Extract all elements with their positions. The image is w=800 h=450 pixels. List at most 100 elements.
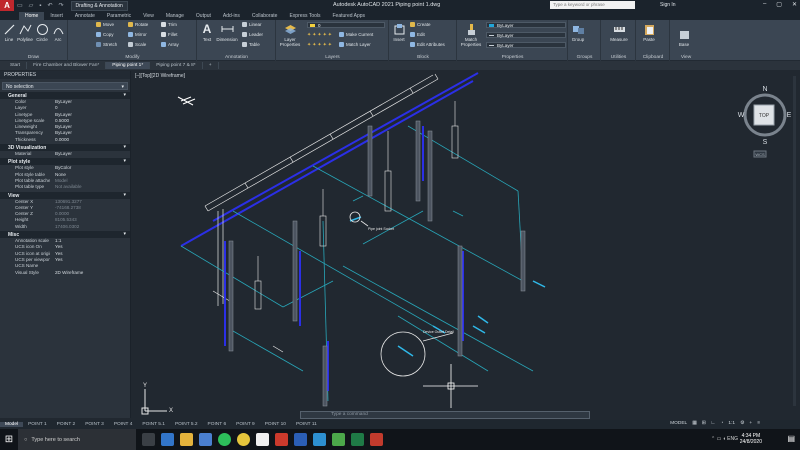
powerpoint-icon[interactable] [370,433,383,446]
linetype-dropdown[interactable]: ByLayer [486,32,566,38]
file-explorer-icon[interactable] [180,433,193,446]
mirror-button[interactable]: Mirror [128,32,147,38]
minimize-icon[interactable]: – [763,1,766,8]
rotate-button[interactable]: Rotate [128,22,148,28]
property-row[interactable]: Visual Style 2D Wireframe [0,270,130,276]
match-properties-button[interactable]: Match Properties [460,23,482,47]
modify-panel-title[interactable]: Modify [69,55,196,60]
circle-button[interactable]: Circle [35,23,49,42]
insert-button[interactable]: Insert [391,23,407,42]
sign-in-button[interactable]: Sign In [660,2,676,8]
polar-icon[interactable]: ◔ [720,421,723,426]
whatsapp-icon[interactable] [218,433,231,446]
base-button[interactable]: Base [671,28,697,47]
layout-tab[interactable]: POINT 11 [291,422,322,427]
polyline-button[interactable]: Polyline [17,23,33,42]
gear-icon[interactable]: ⚙ [740,421,744,426]
ribbon-tab-featured-apps[interactable]: Featured Apps [327,12,372,20]
menu-icon[interactable]: ≡ [757,421,760,426]
document-tab[interactable]: Piping point 7 & 8* [150,62,203,69]
store-icon[interactable] [199,433,212,446]
edit-attributes-button[interactable]: Edit Attributes [410,42,445,48]
search-input[interactable]: Type a keyword or phrase [550,1,635,9]
nvidia-icon[interactable] [332,433,345,446]
new-icon[interactable]: ▭ [14,2,26,9]
ribbon-tab-home[interactable]: Home [19,12,45,20]
open-icon[interactable]: ▱ [26,2,37,9]
property-section-header[interactable]: Misc [0,231,130,239]
autocad-taskbar-icon[interactable] [256,433,269,446]
clock[interactable]: 4:34 PM 24/8/2020 [740,433,762,445]
drawing-canvas[interactable]: Pipe joint Socket Device Outlet Detail Y… [133,71,800,418]
viewport-controls[interactable]: [–][Top][2D Wireframe] [135,73,185,79]
property-row[interactable]: Plot table type Not available [0,184,130,190]
layout-tab[interactable]: POINT 1 [23,422,52,427]
workspace-dropdown[interactable]: Drafting & Annotation [70,0,128,11]
layout-tab[interactable]: POINT 5.1 [137,422,170,427]
model-space-toggle[interactable]: MODEL [670,421,687,426]
layout-tab[interactable]: POINT 5.2 [170,422,203,427]
ribbon-tab-output[interactable]: Output [190,12,217,20]
compass-e[interactable]: E [787,112,792,119]
windows-start-icon[interactable]: ⊞ [0,429,18,450]
annotation-scale[interactable]: 1:1 [728,421,735,426]
notification-icon[interactable]: ▤ [787,434,795,443]
new-tab-icon[interactable]: + [203,62,219,69]
ribbon-tab-parametric[interactable]: Parametric [101,12,137,20]
layout-tab[interactable]: POINT 9 [231,422,260,427]
property-section-header[interactable]: Plot style [0,158,130,166]
utilities-panel-title[interactable]: Utilities [602,55,635,60]
ortho-icon[interactable]: ∟ [711,421,716,426]
task-view-icon[interactable] [142,433,155,446]
block-panel-title[interactable]: Block [390,55,456,60]
redo-icon[interactable]: ↷ [55,2,66,9]
clipboard-panel-title[interactable]: Clipboard [637,55,669,60]
properties-panel-title[interactable]: Properties [458,55,567,60]
layout-tab[interactable]: Model [0,422,24,427]
match-layer-button[interactable]: Match Layer [339,42,371,48]
layout-tab[interactable]: POINT 3 [80,422,109,427]
scale-button[interactable]: Scale [128,42,146,48]
paste-button[interactable]: Paste [637,23,661,42]
linear-dropdown[interactable]: Linear [242,22,262,28]
lineweight-dropdown[interactable]: ByLayer [486,42,566,48]
text-button[interactable]: A Text [200,23,214,43]
document-tab[interactable]: Fire Chamber and Blower Fan* [27,62,107,69]
layers-panel-title[interactable]: Layers [277,55,388,60]
viewcube[interactable]: TOP N S W E WCS [738,86,792,158]
make-current-button[interactable]: Make Current [339,32,373,38]
layout-tab[interactable]: POINT 2 [52,422,81,427]
draw-panel-title[interactable]: Draw [0,55,67,60]
maximize-icon[interactable]: ▢ [776,1,782,8]
property-value[interactable]: Not available [50,184,130,190]
compass-s[interactable]: S [763,139,768,146]
taskbar-search-input[interactable]: ○ Type here to search [18,429,136,450]
language-indicator[interactable]: ENG [727,436,738,442]
property-value[interactable]: ByLayer [50,151,130,157]
layout-tab[interactable]: POINT 4 [109,422,138,427]
move-button[interactable]: Move [96,22,114,28]
create-block-button[interactable]: Create [410,22,431,28]
fillet-button[interactable]: Fillet [161,32,178,38]
property-row[interactable]: Thickness 0.0000 [0,137,130,143]
property-section-header[interactable]: General [0,92,130,99]
dimension-button[interactable]: Dimension [216,23,238,42]
ribbon-tab-view[interactable]: View [137,12,160,20]
grid-icon[interactable]: ▦ [692,421,697,426]
close-icon[interactable]: ✕ [792,1,797,8]
view-panel-title[interactable]: View [671,55,701,60]
stretch-button[interactable]: Stretch [96,42,117,48]
property-row[interactable]: Width 17406.0302 [0,224,130,230]
property-section-header[interactable]: View [0,191,130,199]
compass-w[interactable]: W [738,112,745,119]
table-button[interactable]: Table [242,42,260,48]
ribbon-tab-add-ins[interactable]: Add-ins [217,12,246,20]
ribbon-tab-annotate[interactable]: Annotate [69,12,101,20]
line-button[interactable]: Line [2,23,16,42]
annotation-panel-title[interactable]: Annotation [198,55,275,60]
property-section-header[interactable]: 3D Visualization [0,144,130,152]
selection-dropdown[interactable]: No selection ▾ [2,82,128,90]
property-value[interactable]: 0.0000 [50,137,130,143]
system-tray[interactable]: ⌃ ▭ ◖ ENG [711,436,738,442]
save-icon[interactable]: ▪ [36,3,44,9]
